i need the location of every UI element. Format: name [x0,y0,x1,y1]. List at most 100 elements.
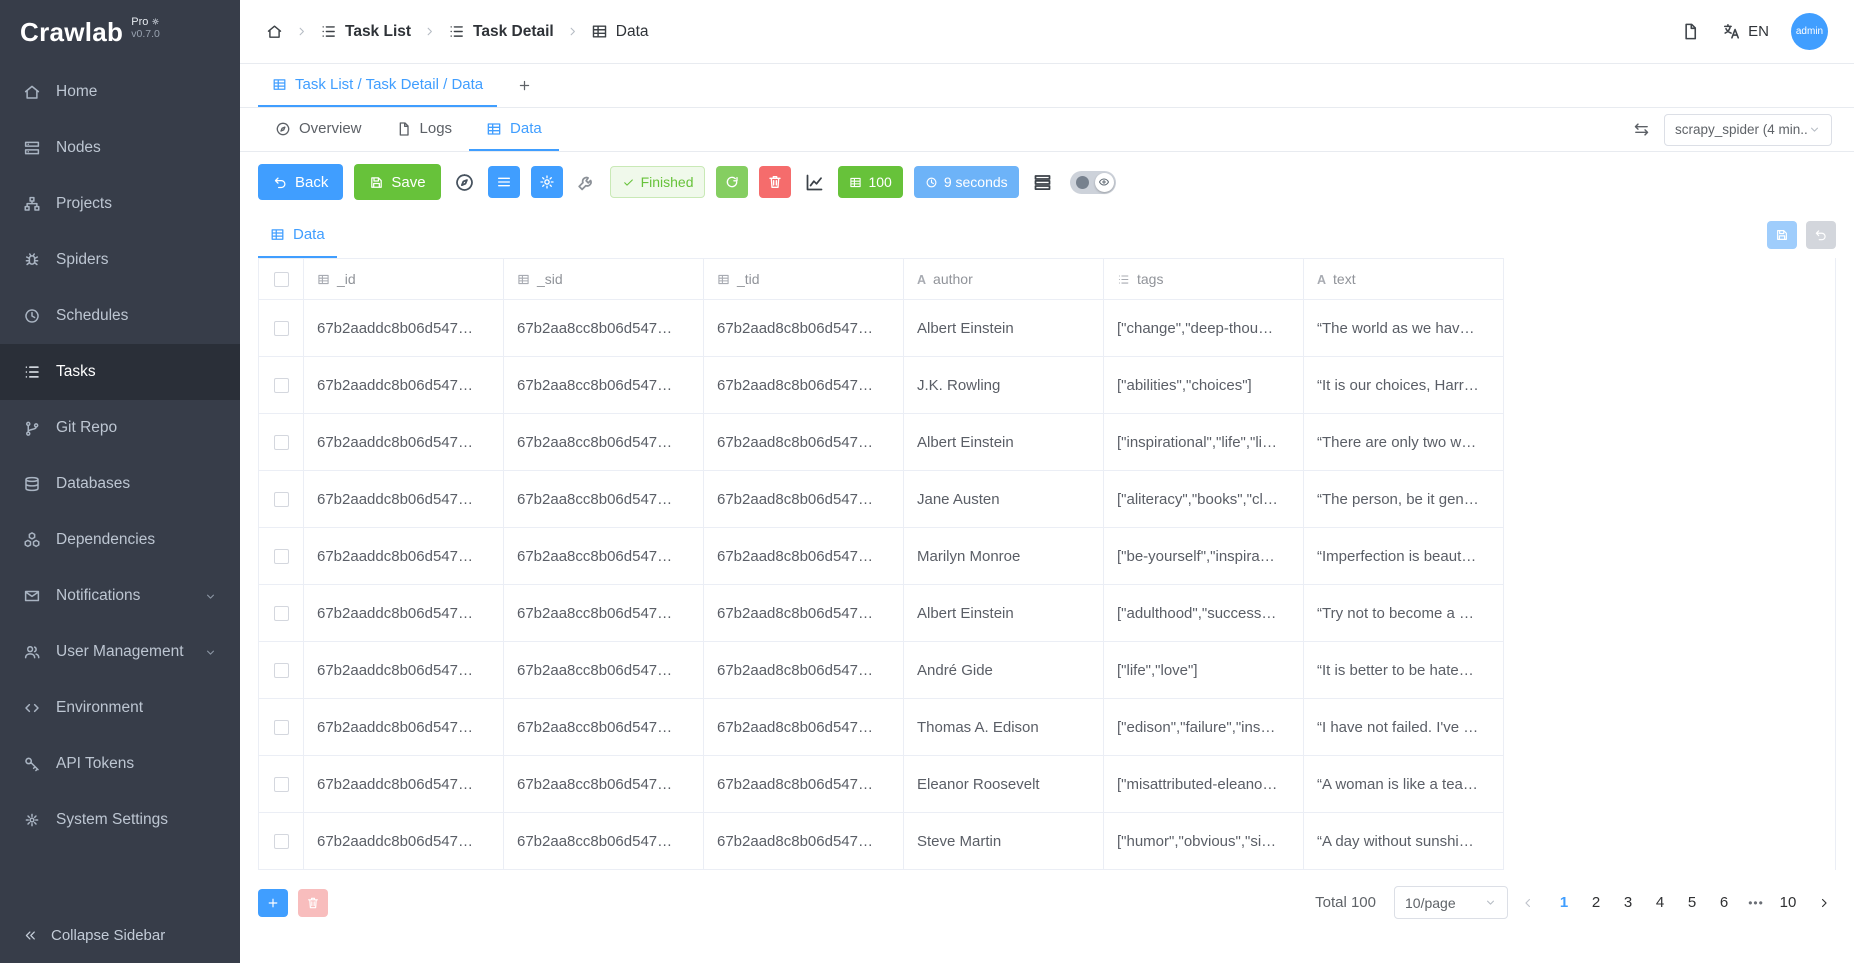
cell-author[interactable]: Albert Einstein [904,300,1104,357]
cell-tags[interactable]: ["inspirational","life","li… [1104,414,1304,471]
cell-tid[interactable]: 67b2aad8c8b06d547… [704,813,904,870]
sidebar-item-notifications[interactable]: Notifications [0,568,240,624]
page-size-select[interactable]: 10/page [1394,886,1508,919]
cell-author[interactable]: André Gide [904,642,1104,699]
row-checkbox[interactable] [274,492,289,507]
chart-button[interactable] [804,172,825,193]
sidebar-item-spiders[interactable]: Spiders [0,232,240,288]
cell-sid[interactable]: 67b2aa8cc8b06d547… [504,585,704,642]
cell-tid[interactable]: 67b2aad8c8b06d547… [704,300,904,357]
cell-tid[interactable]: 67b2aad8c8b06d547… [704,699,904,756]
sidebar-item-home[interactable]: Home [0,64,240,120]
cell-text[interactable]: “It is our choices, Harr… [1304,357,1504,414]
cell-tags[interactable]: ["misattributed-eleano… [1104,756,1304,813]
cell-sid[interactable]: 67b2aa8cc8b06d547… [504,471,704,528]
save-changes-button[interactable] [1767,221,1797,249]
cell-sid[interactable]: 67b2aa8cc8b06d547… [504,642,704,699]
cell-tags[interactable]: ["edison","failure","ins… [1104,699,1304,756]
sidebar-item-environment[interactable]: Environment [0,680,240,736]
row-checkbox[interactable] [274,777,289,792]
cell-author[interactable]: Albert Einstein [904,585,1104,642]
row-checkbox[interactable] [274,549,289,564]
cell-tags[interactable]: ["adulthood","success… [1104,585,1304,642]
cell-sid[interactable]: 67b2aa8cc8b06d547… [504,528,704,585]
tab-logs[interactable]: Logs [379,108,470,151]
row-checkbox[interactable] [274,663,289,678]
tab-overview[interactable]: Overview [258,108,379,151]
avatar[interactable]: admin [1791,13,1828,50]
cell-tid[interactable]: 67b2aad8c8b06d547… [704,414,904,471]
cell-id[interactable]: 67b2aaddc8b06d547… [304,471,504,528]
add-row-button[interactable] [258,889,288,917]
language-switcher[interactable]: EN [1722,22,1769,41]
data-subtab[interactable]: Data [258,212,337,258]
pagination-ellipsis[interactable]: ••• [1740,887,1772,919]
cell-tid[interactable]: 67b2aad8c8b06d547… [704,642,904,699]
fields-button[interactable] [488,166,520,198]
collapse-sidebar-button[interactable]: Collapse Sidebar [0,907,240,963]
cell-id[interactable]: 67b2aaddc8b06d547… [304,756,504,813]
page-button-6[interactable]: 6 [1708,887,1740,919]
row-checkbox[interactable] [274,435,289,450]
row-checkbox[interactable] [274,720,289,735]
breadcrumb-item-task-detail[interactable]: Task Detail [448,23,554,41]
breadcrumb-item-task-list[interactable]: Task List [320,23,411,41]
cell-sid[interactable]: 67b2aa8cc8b06d547… [504,756,704,813]
page-button-10[interactable]: 10 [1772,887,1804,919]
cell-tags[interactable]: ["life","love"] [1104,642,1304,699]
cell-author[interactable]: Eleanor Roosevelt [904,756,1104,813]
cell-tags[interactable]: ["humor","obvious","si… [1104,813,1304,870]
cell-id[interactable]: 67b2aaddc8b06d547… [304,528,504,585]
cell-tags[interactable]: ["be-yourself","inspira… [1104,528,1304,585]
cell-tags[interactable]: ["aliteracy","books","cl… [1104,471,1304,528]
spider-select[interactable]: scrapy_spider (4 min... [1664,114,1832,146]
cell-tid[interactable]: 67b2aad8c8b06d547… [704,756,904,813]
cell-text[interactable]: “A woman is like a tea… [1304,756,1504,813]
cell-sid[interactable]: 67b2aa8cc8b06d547… [504,300,704,357]
cell-text[interactable]: “A day without sunshi… [1304,813,1504,870]
cell-id[interactable]: 67b2aaddc8b06d547… [304,357,504,414]
column-header-tags[interactable]: tags [1104,259,1304,300]
layers-button[interactable] [1032,172,1053,193]
cell-tid[interactable]: 67b2aad8c8b06d547… [704,528,904,585]
page-button-3[interactable]: 3 [1612,887,1644,919]
cell-sid[interactable]: 67b2aa8cc8b06d547… [504,813,704,870]
sidebar-item-nodes[interactable]: Nodes [0,120,240,176]
cell-text[interactable]: “The world as we hav… [1304,300,1504,357]
delete-task-button[interactable] [759,166,791,198]
tab-data[interactable]: Data [469,108,559,151]
tab-task-list-task-detail-data[interactable]: Task List / Task Detail / Data [258,64,497,107]
cell-text[interactable]: “Imperfection is beaut… [1304,528,1504,585]
column-header-author[interactable]: Aauthor [904,259,1104,300]
sidebar-item-api-tokens[interactable]: API Tokens [0,736,240,792]
cell-author[interactable]: Steve Martin [904,813,1104,870]
cell-tid[interactable]: 67b2aad8c8b06d547… [704,357,904,414]
cell-id[interactable]: 67b2aaddc8b06d547… [304,300,504,357]
cell-author[interactable]: Albert Einstein [904,414,1104,471]
cell-sid[interactable]: 67b2aa8cc8b06d547… [504,357,704,414]
file-icon-button[interactable] [1681,22,1700,41]
cell-text[interactable]: “There are only two w… [1304,414,1504,471]
sidebar-item-git-repo[interactable]: Git Repo [0,400,240,456]
column-header-id[interactable]: _id [304,259,504,300]
cell-id[interactable]: 67b2aaddc8b06d547… [304,642,504,699]
sidebar-item-dependencies[interactable]: Dependencies [0,512,240,568]
save-button[interactable]: Save [354,164,440,200]
cell-text[interactable]: “Try not to become a … [1304,585,1504,642]
prev-page-button[interactable] [1516,896,1540,910]
row-checkbox[interactable] [274,606,289,621]
row-checkbox[interactable] [274,834,289,849]
cell-text[interactable]: “It is better to be hate… [1304,642,1504,699]
row-checkbox[interactable] [274,378,289,393]
cell-author[interactable]: Jane Austen [904,471,1104,528]
column-header-tid[interactable]: _tid [704,259,904,300]
cell-id[interactable]: 67b2aaddc8b06d547… [304,699,504,756]
back-button[interactable]: Back [258,164,343,200]
sidebar-item-schedules[interactable]: Schedules [0,288,240,344]
sidebar-item-projects[interactable]: Projects [0,176,240,232]
sidebar-item-databases[interactable]: Databases [0,456,240,512]
compass-button[interactable] [454,172,475,193]
spider-button[interactable] [531,166,563,198]
cell-id[interactable]: 67b2aaddc8b06d547… [304,813,504,870]
wrench-button[interactable] [576,172,597,193]
